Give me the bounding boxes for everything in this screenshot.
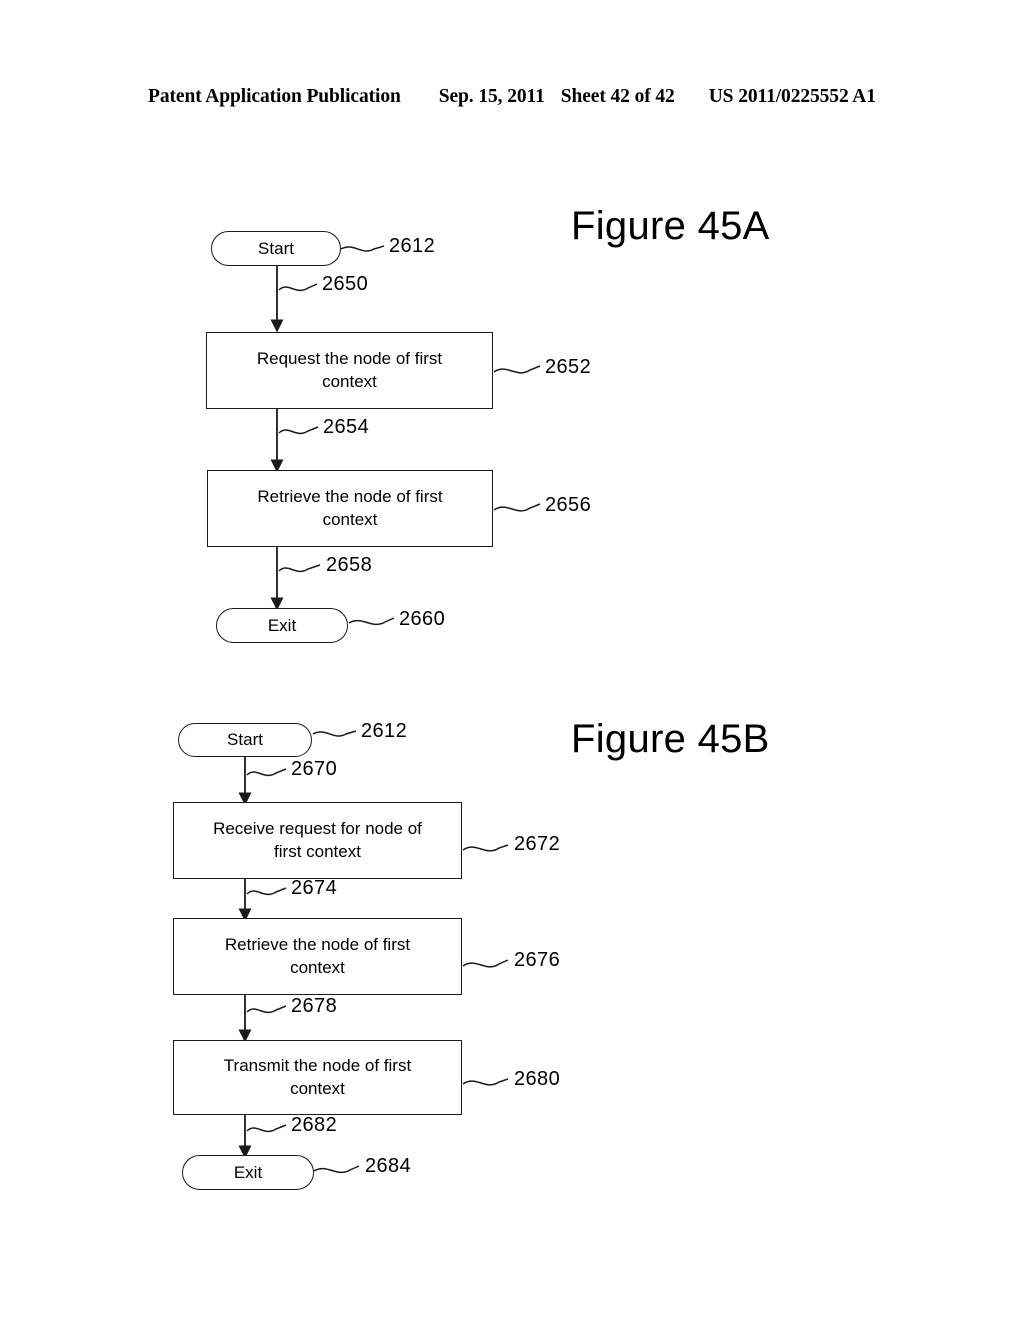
edge-2678-leader [246, 1005, 287, 1014]
ref-2656-leader [493, 503, 541, 512]
node-request-45a-line1: Request the node of first [256, 349, 443, 369]
ref-2660: 2660 [399, 608, 446, 630]
figure-45a-title: Figure 45A [571, 204, 770, 248]
edge-2674-leader [246, 887, 287, 896]
node-retrieve-45b-line2: context [290, 957, 345, 977]
edge-2682-leader [246, 1124, 287, 1133]
ref-2682: 2682 [291, 1114, 338, 1136]
ref-2650: 2650 [322, 273, 369, 295]
ref-2684-leader [313, 1165, 360, 1174]
figure-45a-connectors [270, 245, 541, 626]
ref-2674: 2674 [291, 877, 338, 899]
header-sheet-number: Sheet 42 of 42 [560, 86, 675, 107]
node-transmit-45b-line1: Transmit the node of first [223, 1056, 412, 1076]
ref-2680-leader [462, 1078, 509, 1086]
edge-2654-leader [278, 426, 319, 435]
ref-2612-45a: 2612 [389, 235, 436, 257]
node-start-45a[interactable]: Start [211, 231, 341, 266]
node-receive-45b-line2: first context [274, 841, 361, 861]
header-publication-date: Sep. 15, 2011 [438, 86, 545, 107]
ref-2612b-leader [312, 730, 357, 737]
ref-2658: 2658 [326, 554, 373, 576]
ref-2676-leader [462, 959, 509, 968]
node-retrieve-45a-line1: Retrieve the node of first [257, 487, 443, 507]
header-patent-number: US 2011/0225552 A1 [708, 86, 876, 107]
node-transmit-45b-line2: context [290, 1078, 345, 1098]
figure-45b-connectors [238, 730, 509, 1174]
node-retrieve-45b[interactable]: Retrieve the node of first context [173, 918, 462, 995]
ref-2678: 2678 [291, 995, 338, 1017]
ref-2672: 2672 [514, 833, 561, 855]
node-exit-45b[interactable]: Exit [182, 1155, 314, 1190]
ref-2652: 2652 [545, 356, 592, 378]
ref-2660-leader [348, 617, 395, 626]
node-request-45a[interactable]: Request the node of first context [206, 332, 493, 409]
edge-2650-leader [278, 283, 318, 292]
node-retrieve-45a-line2: context [322, 509, 378, 529]
node-start-45a-label: Start [258, 238, 294, 258]
ref-2680: 2680 [514, 1068, 561, 1090]
node-retrieve-45a[interactable]: Retrieve the node of first context [207, 470, 493, 547]
figure-45b: Figure 45B Start Receive request for nod… [0, 690, 1024, 1230]
node-exit-45a-label: Exit [267, 615, 297, 635]
node-receive-45b-line1: Receive request for node of [213, 819, 422, 839]
ref-2612-45b: 2612 [361, 720, 408, 742]
ref-2656: 2656 [545, 494, 592, 516]
node-retrieve-45b-line1: Retrieve the node of first [224, 935, 411, 955]
header-publication-title: Patent Application Publication [148, 86, 401, 107]
node-start-45b[interactable]: Start [178, 723, 312, 757]
node-receive-45b[interactable]: Receive request for node of first contex… [173, 802, 462, 879]
figure-45b-title: Figure 45B [571, 717, 770, 761]
edge-2658-leader [278, 564, 321, 573]
ref-2672-leader [462, 844, 509, 852]
page-header: Patent Application Publication Sep. 15, … [0, 86, 1024, 114]
ref-2676: 2676 [514, 949, 561, 971]
ref-2654: 2654 [323, 416, 370, 438]
ref-2670: 2670 [291, 758, 338, 780]
node-exit-45a[interactable]: Exit [216, 608, 348, 643]
node-start-45b-label: Start [227, 730, 263, 749]
ref-2612-leader [340, 245, 385, 252]
figure-45a: Figure 45A Start Request the node of fir… [0, 180, 1024, 680]
node-exit-45b-label: Exit [233, 1162, 263, 1182]
node-transmit-45b[interactable]: Transmit the node of first context [173, 1040, 462, 1115]
node-request-45a-line2: context [322, 371, 377, 391]
ref-2652-leader [493, 365, 541, 374]
edge-2670-leader [246, 768, 287, 777]
ref-2684: 2684 [365, 1155, 412, 1177]
